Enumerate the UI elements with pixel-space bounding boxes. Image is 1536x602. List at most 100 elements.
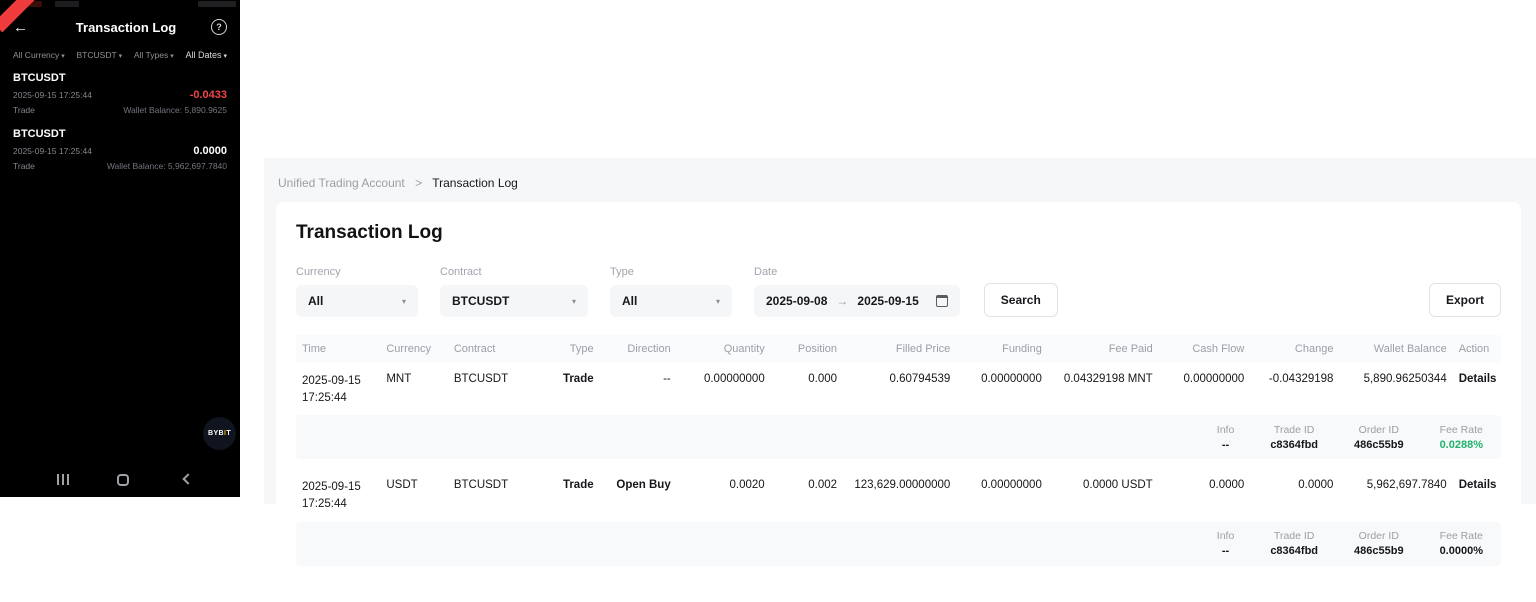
contract-filter-group: Contract BTCUSDT ▾ (440, 266, 588, 317)
timestamp: 2025-09-15 17:25:44 (13, 90, 92, 100)
wallet-balance: Wallet Balance: 5,962,697.7840 (107, 161, 227, 171)
filter-all-dates[interactable]: All Dates▾ (185, 50, 227, 60)
col-quantity: Quantity (677, 335, 771, 363)
detail-trade-id: Trade ID c8364fbd (1270, 424, 1318, 451)
filter-contract[interactable]: BTCUSDT▾ (77, 50, 123, 60)
cell-wallet-balance: 5,890.96250344 (1339, 363, 1452, 415)
recents-icon[interactable] (57, 474, 69, 485)
table-row: 2025-09-15 17:25:44 USDT BTCUSDT Trade O… (296, 469, 1501, 521)
type-label: Trade (13, 105, 35, 115)
cell-currency: USDT (380, 469, 447, 521)
detail-row: Info -- Trade ID c8364fbd Order ID 486c5… (296, 415, 1501, 469)
breadcrumb-parent[interactable]: Unified Trading Account (278, 176, 405, 190)
details-link[interactable]: Details (1453, 469, 1501, 521)
col-action: Action (1453, 335, 1501, 363)
badge-text: T (226, 430, 231, 437)
currency-filter-group: Currency All ▾ (296, 266, 418, 317)
filter-all-currency[interactable]: All Currency▾ (13, 50, 65, 60)
filter-all-types[interactable]: All Types▾ (134, 50, 174, 60)
caret-down-icon: ▾ (402, 297, 406, 306)
cell-cash-flow: 0.0000 (1159, 469, 1251, 521)
col-cash-flow: Cash Flow (1159, 335, 1251, 363)
cell-contract: BTCUSDT (448, 363, 535, 415)
caret-down-icon: ▾ (716, 297, 720, 306)
cell-quantity: 0.0020 (677, 469, 771, 521)
mobile-header: ← Transaction Log ? (0, 13, 240, 41)
col-type: Type (535, 335, 600, 363)
col-wallet-balance: Wallet Balance (1339, 335, 1452, 363)
symbol-label: BTCUSDT (13, 72, 227, 84)
mobile-filter-bar: All Currency▾ BTCUSDT▾ All Types▾ All Da… (0, 50, 240, 60)
status-remnant (55, 1, 79, 7)
wallet-balance: Wallet Balance: 5,890.9625 (123, 105, 227, 115)
filter-label: All Currency (13, 50, 59, 60)
type-label: Type (610, 266, 732, 278)
badge-text: BYB (208, 430, 224, 437)
col-change: Change (1250, 335, 1339, 363)
cell-position: 0.000 (771, 363, 843, 415)
col-time: Time (296, 335, 380, 363)
contract-value: BTCUSDT (452, 294, 509, 308)
col-direction: Direction (600, 335, 677, 363)
details-link[interactable]: Details (1453, 363, 1501, 415)
col-currency: Currency (380, 335, 447, 363)
type-filter-group: Type All ▾ (610, 266, 732, 317)
cell-currency: MNT (380, 363, 447, 415)
cell-direction: Open Buy (600, 469, 677, 521)
detail-fee-rate: Fee Rate 0.0000% (1440, 530, 1483, 557)
caret-down-icon: ▾ (61, 53, 65, 60)
export-button[interactable]: Export (1429, 283, 1501, 317)
page-heading: Transaction Log (296, 222, 1501, 244)
cell-filled-price: 0.60794539 (843, 363, 956, 415)
detail-row: Info -- Trade ID c8364fbd Order ID 486c5… (296, 522, 1501, 576)
change-value: 0.0000 (193, 145, 227, 157)
date-start: 2025-09-08 (766, 294, 827, 308)
cell-wallet-balance: 5,962,697.7840 (1339, 469, 1452, 521)
transaction-list: BTCUSDT 2025-09-15 17:25:44 -0.0433 Trad… (0, 72, 240, 184)
home-icon[interactable] (117, 474, 129, 486)
transaction-item[interactable]: BTCUSDT 2025-09-15 17:25:44 0.0000 Trade… (13, 128, 227, 171)
cell-fee-paid: 0.0000 USDT (1048, 469, 1159, 521)
caret-down-icon: ▾ (572, 297, 576, 306)
type-label: Trade (13, 161, 35, 171)
date-range-input[interactable]: 2025-09-08 → 2025-09-15 (754, 285, 960, 317)
cell-fee-paid: 0.04329198 MNT (1048, 363, 1159, 415)
col-position: Position (771, 335, 843, 363)
currency-select[interactable]: All ▾ (296, 285, 418, 317)
cell-position: 0.002 (771, 469, 843, 521)
change-value: -0.0433 (190, 89, 227, 101)
cell-funding: 0.00000000 (956, 469, 1048, 521)
search-button[interactable]: Search (984, 283, 1058, 317)
timestamp: 2025-09-15 17:25:44 (13, 146, 92, 156)
transaction-item[interactable]: BTCUSDT 2025-09-15 17:25:44 -0.0433 Trad… (13, 72, 227, 115)
transaction-log-card: Transaction Log Currency All ▾ Contract … (276, 202, 1521, 602)
symbol-label: BTCUSDT (13, 128, 227, 140)
breadcrumb: Unified Trading Account > Transaction Lo… (264, 158, 1536, 190)
cell-quantity: 0.00000000 (677, 363, 771, 415)
caret-down-icon: ▾ (170, 53, 174, 60)
contract-label: Contract (440, 266, 588, 278)
back-icon[interactable]: ← (13, 19, 41, 36)
type-select[interactable]: All ▾ (610, 285, 732, 317)
col-filled-price: Filled Price (843, 335, 956, 363)
cell-direction: -- (600, 363, 677, 415)
contract-select[interactable]: BTCUSDT ▾ (440, 285, 588, 317)
filter-row: Currency All ▾ Contract BTCUSDT ▾ Type A… (296, 266, 1501, 317)
cell-change: 0.0000 (1250, 469, 1339, 521)
table-header-row: Time Currency Contract Type Direction Qu… (296, 335, 1501, 363)
detail-fee-rate: Fee Rate 0.0288% (1440, 424, 1483, 451)
bybit-floating-badge[interactable]: BYBIT (203, 417, 236, 450)
detail-band: Info -- Trade ID c8364fbd Order ID 486c5… (296, 522, 1501, 566)
cell-change: -0.04329198 (1250, 363, 1339, 415)
detail-trade-id: Trade ID c8364fbd (1270, 530, 1318, 557)
date-filter-group: Date 2025-09-08 → 2025-09-15 (754, 266, 960, 317)
back-nav-icon[interactable] (182, 473, 193, 484)
transaction-table: Time Currency Contract Type Direction Qu… (296, 335, 1501, 576)
status-bar (0, 0, 240, 9)
cell-time: 2025-09-15 17:25:44 (296, 469, 380, 521)
help-icon[interactable]: ? (211, 19, 227, 35)
detail-order-id: Order ID 486c55b9 (1354, 424, 1404, 451)
detail-order-id: Order ID 486c55b9 (1354, 530, 1404, 557)
detail-info: Info -- (1217, 530, 1235, 557)
cell-contract: BTCUSDT (448, 469, 535, 521)
